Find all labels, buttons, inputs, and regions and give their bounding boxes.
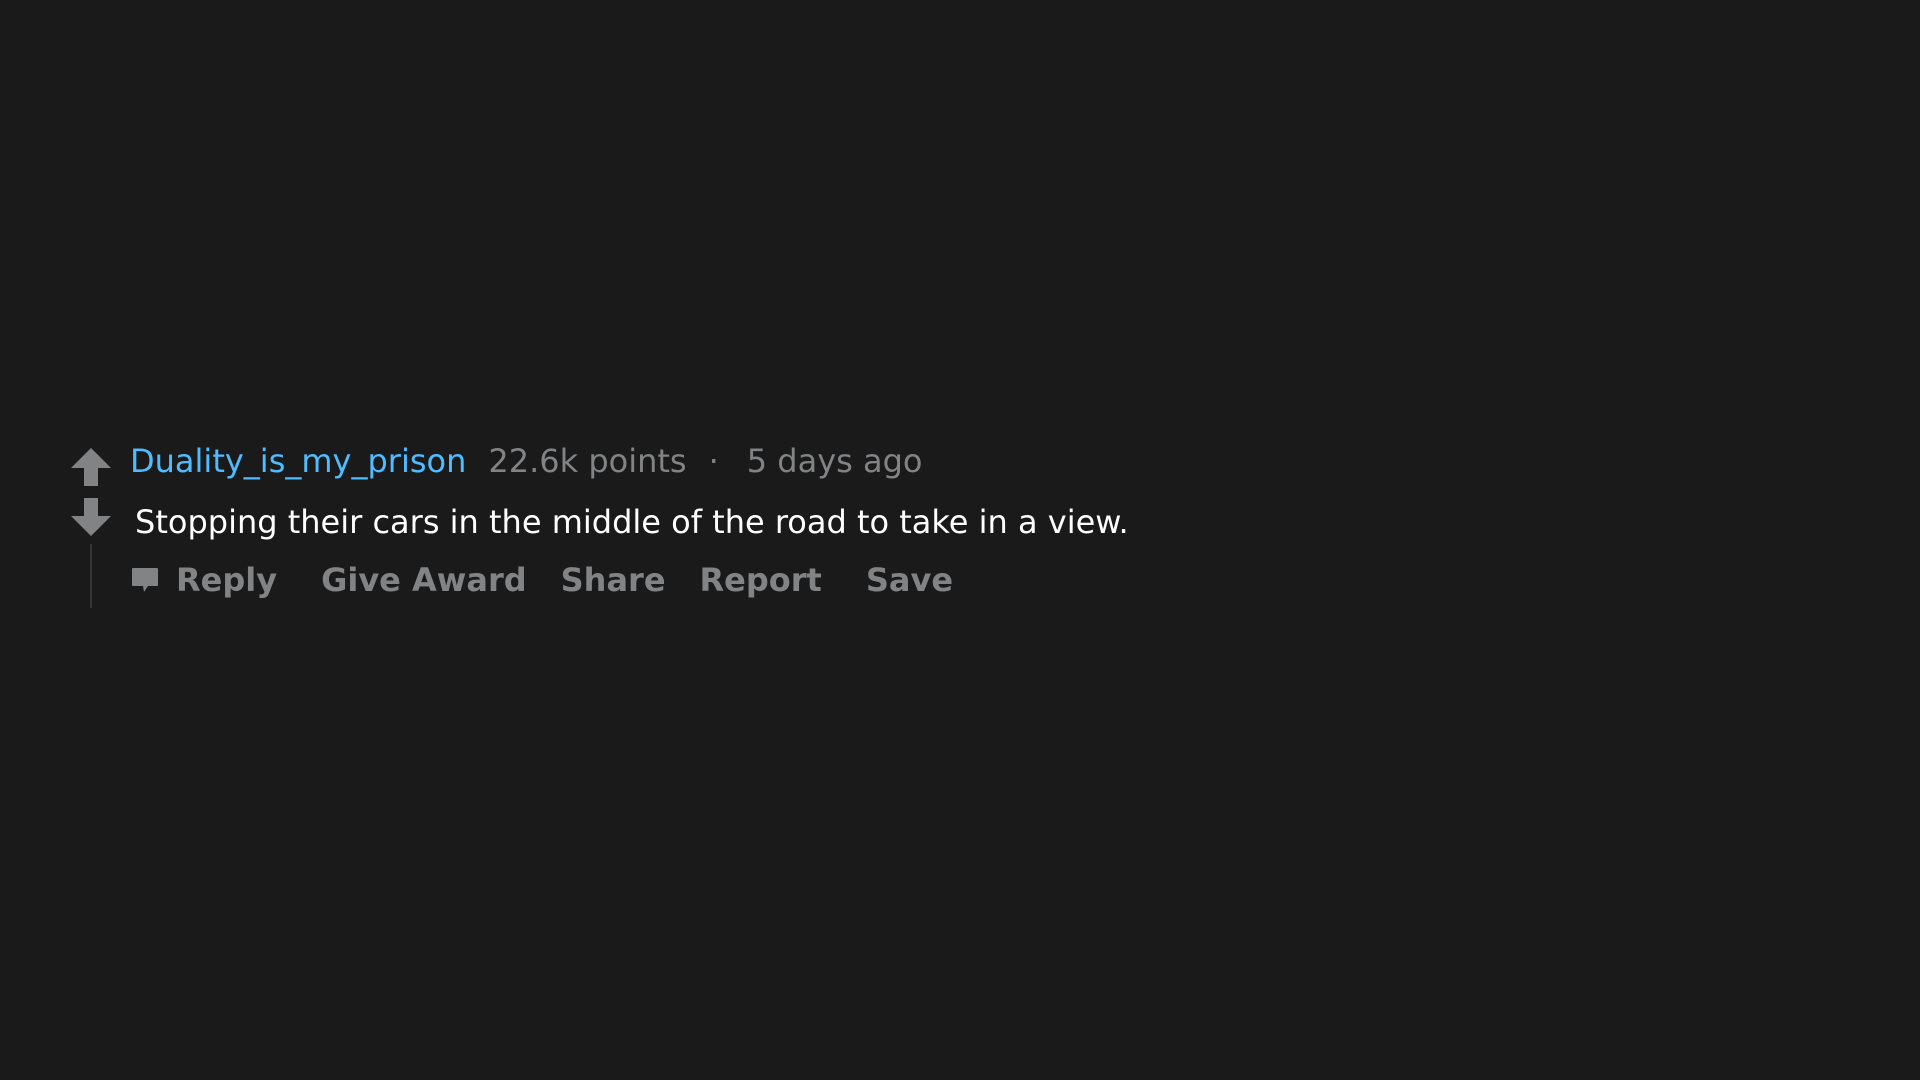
arrow-down-icon xyxy=(71,498,111,536)
save-button[interactable]: Save xyxy=(866,561,953,599)
author-link[interactable]: Duality_is_my_prison xyxy=(130,442,466,480)
upvote-button[interactable] xyxy=(70,446,112,488)
points-count: 22.6k points xyxy=(488,442,687,480)
report-button[interactable]: Report xyxy=(700,561,822,599)
comment-actions: Reply Give Award Share Report Save xyxy=(130,558,953,602)
share-button[interactable]: Share xyxy=(561,561,666,599)
timestamp: 5 days ago xyxy=(746,442,923,480)
thread-line[interactable] xyxy=(90,544,92,608)
reply-button[interactable]: Reply xyxy=(130,561,277,599)
meta-separator: · xyxy=(708,442,719,480)
arrow-up-icon xyxy=(71,448,111,486)
reply-label: Reply xyxy=(176,561,278,599)
give-award-button[interactable]: Give Award xyxy=(321,561,527,599)
vote-column xyxy=(70,440,112,620)
comment-bubble-icon xyxy=(132,568,158,592)
comment: Duality_is_my_prison 22.6k points · 5 da… xyxy=(70,440,1470,620)
comment-meta: Duality_is_my_prison 22.6k points · 5 da… xyxy=(130,440,923,482)
downvote-button[interactable] xyxy=(70,496,112,538)
comment-body: Stopping their cars in the middle of the… xyxy=(135,503,1129,541)
